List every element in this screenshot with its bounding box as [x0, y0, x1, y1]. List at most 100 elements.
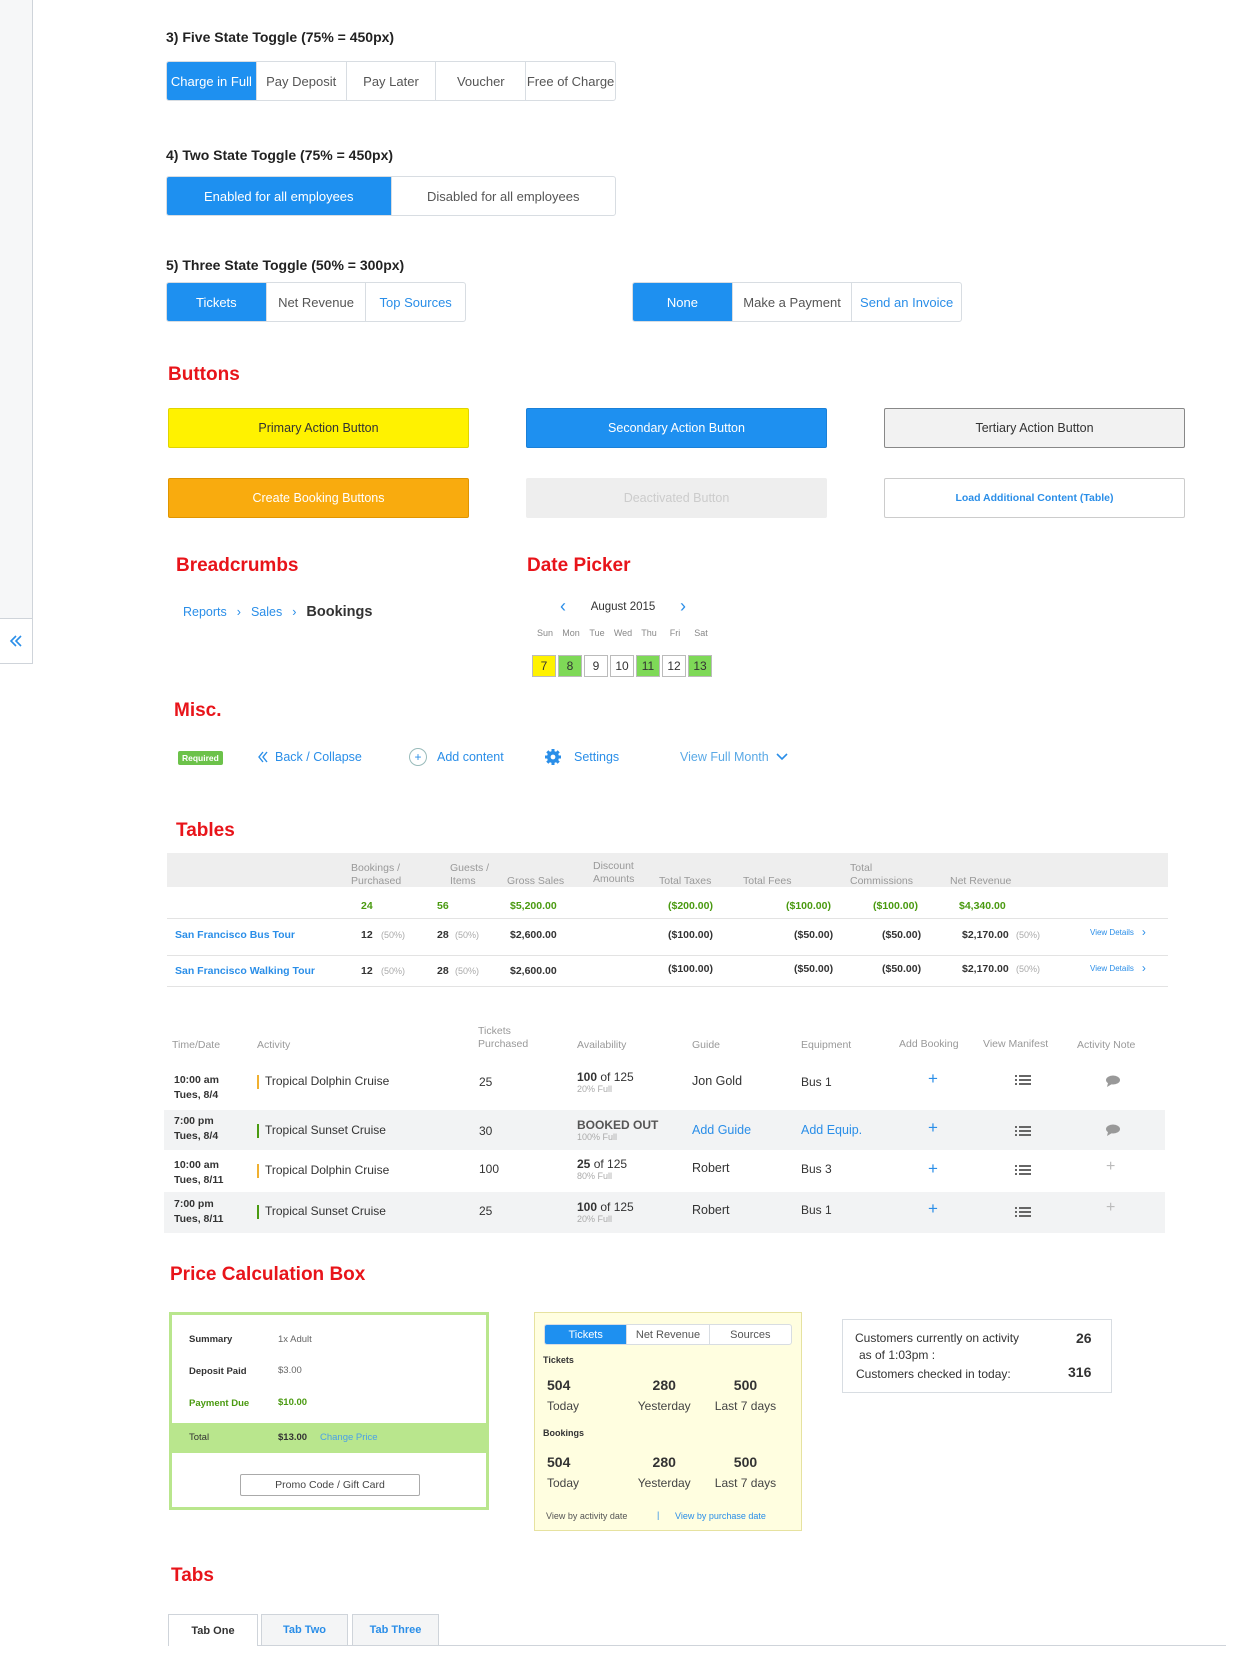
- tour-name-link[interactable]: San Francisco Walking Tour: [175, 965, 315, 977]
- summary-value: 1x Adult: [278, 1334, 312, 1345]
- cell-net-pct: (50%): [1016, 930, 1041, 940]
- toggle-option[interactable]: Free of Charge: [526, 62, 615, 100]
- gear-icon: [545, 749, 561, 765]
- view-full-month-link[interactable]: View Full Month: [680, 750, 789, 764]
- stat-number: 280: [652, 1377, 676, 1393]
- view-details-link[interactable]: View Details ›: [1090, 961, 1146, 975]
- toggle-option[interactable]: Tickets: [167, 283, 267, 321]
- chevron-right-icon[interactable]: ›: [680, 596, 686, 617]
- toggle-option[interactable]: Disabled for all employees: [392, 177, 616, 215]
- date-cell[interactable]: 10: [610, 655, 634, 677]
- view-by-purchase-link[interactable]: View by purchase date: [675, 1511, 766, 1521]
- row-date: Tues, 8/4: [174, 1089, 219, 1101]
- toggle-option[interactable]: Pay Deposit: [257, 62, 347, 100]
- promo-code-button[interactable]: Promo Code / Gift Card: [240, 1474, 420, 1496]
- add-note-icon[interactable]: +: [1106, 1158, 1115, 1176]
- date-cell[interactable]: 12: [662, 655, 686, 677]
- date-picker-title: Date Picker: [527, 555, 631, 576]
- date-cell[interactable]: 11: [636, 655, 660, 677]
- required-badge: Required: [178, 751, 223, 765]
- payment-due-label: Payment Due: [189, 1398, 250, 1409]
- customers-as-of-label: as of 1:03pm :: [859, 1348, 936, 1362]
- toggle-option[interactable]: Charge in Full: [167, 62, 257, 100]
- note-bubble-icon[interactable]: [1105, 1123, 1121, 1141]
- customers-checked-in-value: 316: [1068, 1364, 1092, 1380]
- weekday-label: Sat: [694, 628, 708, 638]
- breadcrumb-link-sales[interactable]: Sales: [251, 605, 282, 619]
- tertiary-action-button[interactable]: Tertiary Action Button: [884, 408, 1185, 448]
- manifest-list-icon[interactable]: [1015, 1073, 1031, 1091]
- add-note-icon[interactable]: +: [1106, 1199, 1115, 1217]
- breadcrumb-link-reports[interactable]: Reports: [183, 605, 227, 619]
- add-booking-icon[interactable]: +: [928, 1069, 938, 1089]
- activity-cell: Tropical Dolphin Cruise: [257, 1074, 389, 1089]
- tour-name-link[interactable]: San Francisco Bus Tour: [175, 929, 295, 941]
- availability-cell: 100 of 125 20% Full: [577, 1200, 634, 1224]
- view-by-activity-link[interactable]: View by activity date: [546, 1511, 627, 1521]
- date-cell[interactable]: 13: [688, 655, 712, 677]
- change-price-link[interactable]: Change Price: [320, 1432, 378, 1443]
- stat-label: Today: [547, 1399, 580, 1413]
- add-booking-icon[interactable]: +: [928, 1159, 938, 1179]
- equipment-cell: Bus 3: [801, 1162, 832, 1176]
- five-state-toggle: Charge in Full Pay Deposit Pay Later Vou…: [166, 61, 616, 101]
- stat-number: 500: [733, 1454, 758, 1470]
- toggle-option[interactable]: Net Revenue: [267, 283, 367, 321]
- guide-cell: Jon Gold: [692, 1074, 743, 1088]
- customers-on-activity-label: Customers currently on activity: [855, 1331, 1020, 1345]
- total-commissions: ($100.00): [873, 900, 918, 912]
- add-equipment-link[interactable]: Add Equip.: [801, 1123, 862, 1137]
- chevron-left-icon[interactable]: ‹: [560, 596, 566, 617]
- equipment-cell: Bus 1: [801, 1203, 832, 1217]
- cell-gross: $2,600.00: [510, 929, 557, 941]
- secondary-action-button[interactable]: Secondary Action Button: [526, 408, 827, 448]
- price-calculation-box: Summary 1x Adult Deposit Paid $3.00 Paym…: [169, 1312, 489, 1510]
- toggle-option[interactable]: Send an Invoice: [852, 283, 961, 321]
- manifest-list-icon[interactable]: [1015, 1124, 1031, 1142]
- stats-tabs: Tickets Net Revenue Sources: [544, 1324, 792, 1345]
- settings-link[interactable]: Settings: [544, 748, 619, 766]
- add-content-link[interactable]: + Add content: [409, 748, 504, 766]
- tab-two[interactable]: Tab Two: [261, 1614, 348, 1645]
- date-cell[interactable]: 8: [558, 655, 582, 677]
- date-cell[interactable]: 9: [584, 655, 608, 677]
- manifest-list-icon[interactable]: [1015, 1205, 1031, 1223]
- create-booking-button[interactable]: Create Booking Buttons: [168, 478, 469, 518]
- toggle-option[interactable]: None: [633, 283, 733, 321]
- toggle-option[interactable]: Voucher: [436, 62, 527, 100]
- column-header: Total Fees: [743, 875, 792, 887]
- stats-tab[interactable]: Net Revenue: [627, 1325, 710, 1344]
- add-booking-icon[interactable]: +: [928, 1199, 938, 1219]
- toggle-option[interactable]: Top Sources: [366, 283, 465, 321]
- three-state-toggle-a: Tickets Net Revenue Top Sources: [166, 282, 466, 322]
- three-state-toggle-b: None Make a Payment Send an Invoice: [632, 282, 962, 322]
- chevron-right-icon: ›: [1141, 925, 1146, 939]
- weekday-label: Mon: [562, 628, 580, 638]
- tab-three[interactable]: Tab Three: [352, 1614, 439, 1645]
- column-header: Tickets Purchased: [478, 1025, 529, 1050]
- add-guide-link[interactable]: Add Guide: [692, 1123, 751, 1137]
- manifest-list-icon[interactable]: [1015, 1163, 1031, 1181]
- load-content-button[interactable]: Load Additional Content (Table): [884, 478, 1185, 518]
- plus-circle-icon: +: [409, 748, 427, 766]
- primary-action-button[interactable]: Primary Action Button: [168, 408, 469, 448]
- stat-label: Yesterday: [637, 1476, 691, 1490]
- toggle-option[interactable]: Make a Payment: [733, 283, 853, 321]
- stats-tab[interactable]: Sources: [710, 1325, 791, 1344]
- toggle-option[interactable]: Pay Later: [347, 62, 437, 100]
- add-content-label: Add content: [437, 750, 504, 764]
- column-header: Gross Sales: [507, 875, 565, 887]
- add-booking-icon[interactable]: +: [928, 1118, 938, 1138]
- tab-one[interactable]: Tab One: [168, 1614, 258, 1646]
- stats-box: Tickets Net Revenue Sources Tickets 504 …: [534, 1312, 802, 1531]
- view-details-link[interactable]: View Details ›: [1090, 925, 1146, 939]
- cell-net: $2,170.00: [962, 929, 1009, 941]
- collapse-rail-button[interactable]: [0, 618, 33, 664]
- note-bubble-icon[interactable]: [1105, 1074, 1121, 1092]
- availability-sub: 20% Full: [577, 1084, 613, 1094]
- date-cell[interactable]: 7: [532, 655, 556, 677]
- stats-tab[interactable]: Tickets: [545, 1325, 628, 1344]
- date-picker-header: ‹ August 2015 ›: [560, 596, 686, 617]
- toggle-option[interactable]: Enabled for all employees: [167, 177, 392, 215]
- back-collapse-link[interactable]: Back / Collapse: [257, 750, 362, 764]
